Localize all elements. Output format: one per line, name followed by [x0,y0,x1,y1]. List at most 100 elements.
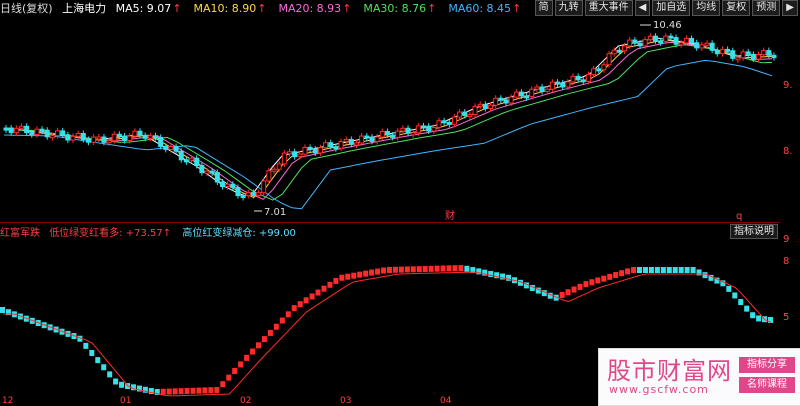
forecast-button[interactable]: 预测 [752,0,781,16]
moving-average-button[interactable]: 均线 [692,0,721,16]
ma-item-ma60: MA60: 8.45↑ [448,2,522,15]
candle-body [766,50,772,56]
indicator-bar [339,274,345,281]
candle-body [673,37,679,45]
candle-body [55,130,61,137]
candle-body [266,170,272,182]
candle-body [405,127,411,134]
candle-body [34,128,40,136]
candle-body [704,42,710,46]
indicator-help-button[interactable]: 指标说明 [730,224,778,239]
candle-body [611,49,617,55]
indicator-bar [214,387,220,394]
candle-body [467,114,473,118]
candle-body [544,88,550,93]
candle-body [240,195,246,199]
indicator-bar [172,388,178,395]
candle-body [353,142,359,146]
period-label[interactable]: 日线(复权) [0,2,53,15]
indicator-bar [702,272,708,279]
date-tick: 02 [240,396,252,406]
indicator-bar [113,378,119,385]
up-arrow-icon: ↑ [172,2,182,15]
candle-body [652,35,658,42]
candle [771,52,777,61]
prev-arrow-icon[interactable]: ◀ [634,0,651,16]
up-arrow-icon: ↑ [257,2,267,15]
candle [173,143,179,155]
date-tick: 04 [440,396,452,406]
indicator-bar [107,371,113,378]
indicator-bar [744,305,750,312]
panel-divider [0,222,780,223]
candle [678,39,684,48]
simplified-button[interactable]: 简 [534,0,553,16]
ma-item-ma30: MA30: 8.76↑ [363,2,437,15]
candle-body [204,170,210,174]
indicator-bar [398,266,404,273]
major-events-button[interactable]: 重大事件 [584,0,633,16]
candle-body [518,91,524,97]
candle [740,48,746,61]
candle-body [683,37,689,44]
candle [560,80,566,90]
indicator-bar [220,381,226,388]
candle-body [194,157,200,167]
ma-line-ma20 [4,41,773,200]
candle-body [503,99,509,104]
indicator-bar [351,272,357,279]
indicator-bar [238,361,244,368]
candle-body [513,91,519,98]
indicator-bar [345,273,351,280]
candle [745,48,751,58]
candle-body [163,145,169,150]
indicator-bar [256,342,261,349]
candles-group [3,33,777,201]
candle [307,144,313,153]
candle [13,125,19,136]
candle [405,125,411,137]
nine-turn-button[interactable]: 九转 [554,0,583,16]
candle [482,101,488,112]
candle [3,125,9,133]
adjust-price-button[interactable]: 复权 [722,0,751,16]
add-watchlist-button[interactable]: 加自选 [652,0,691,16]
indicator-bar [83,342,89,349]
candle-body [384,131,390,136]
watermark-url: www.gscfw.com [609,383,709,396]
candle-body [209,170,215,174]
candle-body [488,104,494,109]
candle-body [168,146,174,150]
candle-body [663,35,669,42]
indicator-bar [642,267,648,273]
indicator-share-tag[interactable]: 指标分享 [739,357,795,373]
candle [44,127,50,140]
indicator-bar [464,265,470,272]
candle [235,184,241,199]
candle-body [756,54,762,60]
candle [116,131,122,140]
candle-body [292,151,298,158]
candle [632,37,638,47]
candle-body [462,111,468,116]
site-watermark: 股市财富网 www.gscfw.com 指标分享 名师课程 [598,348,800,406]
candle-body [333,146,339,150]
indicator-bar [101,364,107,371]
indicator-bar [244,354,250,361]
next-arrow-icon[interactable]: ▶ [782,0,798,16]
indicator-bar [178,388,184,395]
candlestick-chart[interactable]: 10.46 7.01 财 q [0,16,780,222]
candle-body [261,180,267,194]
candle-body [601,64,607,71]
indicator-bar [619,270,625,277]
teacher-course-tag[interactable]: 名师课程 [739,377,795,393]
indicator-bar [196,387,202,394]
indicator-bar [273,323,279,330]
earnings-marker: 财 [445,209,455,222]
candle-body [668,35,674,39]
candle-body [111,133,117,142]
candle-body [616,49,622,53]
indicator-bar [327,281,333,288]
ma-item-ma10: MA10: 8.90↑ [193,2,267,15]
candle-body [60,130,66,136]
